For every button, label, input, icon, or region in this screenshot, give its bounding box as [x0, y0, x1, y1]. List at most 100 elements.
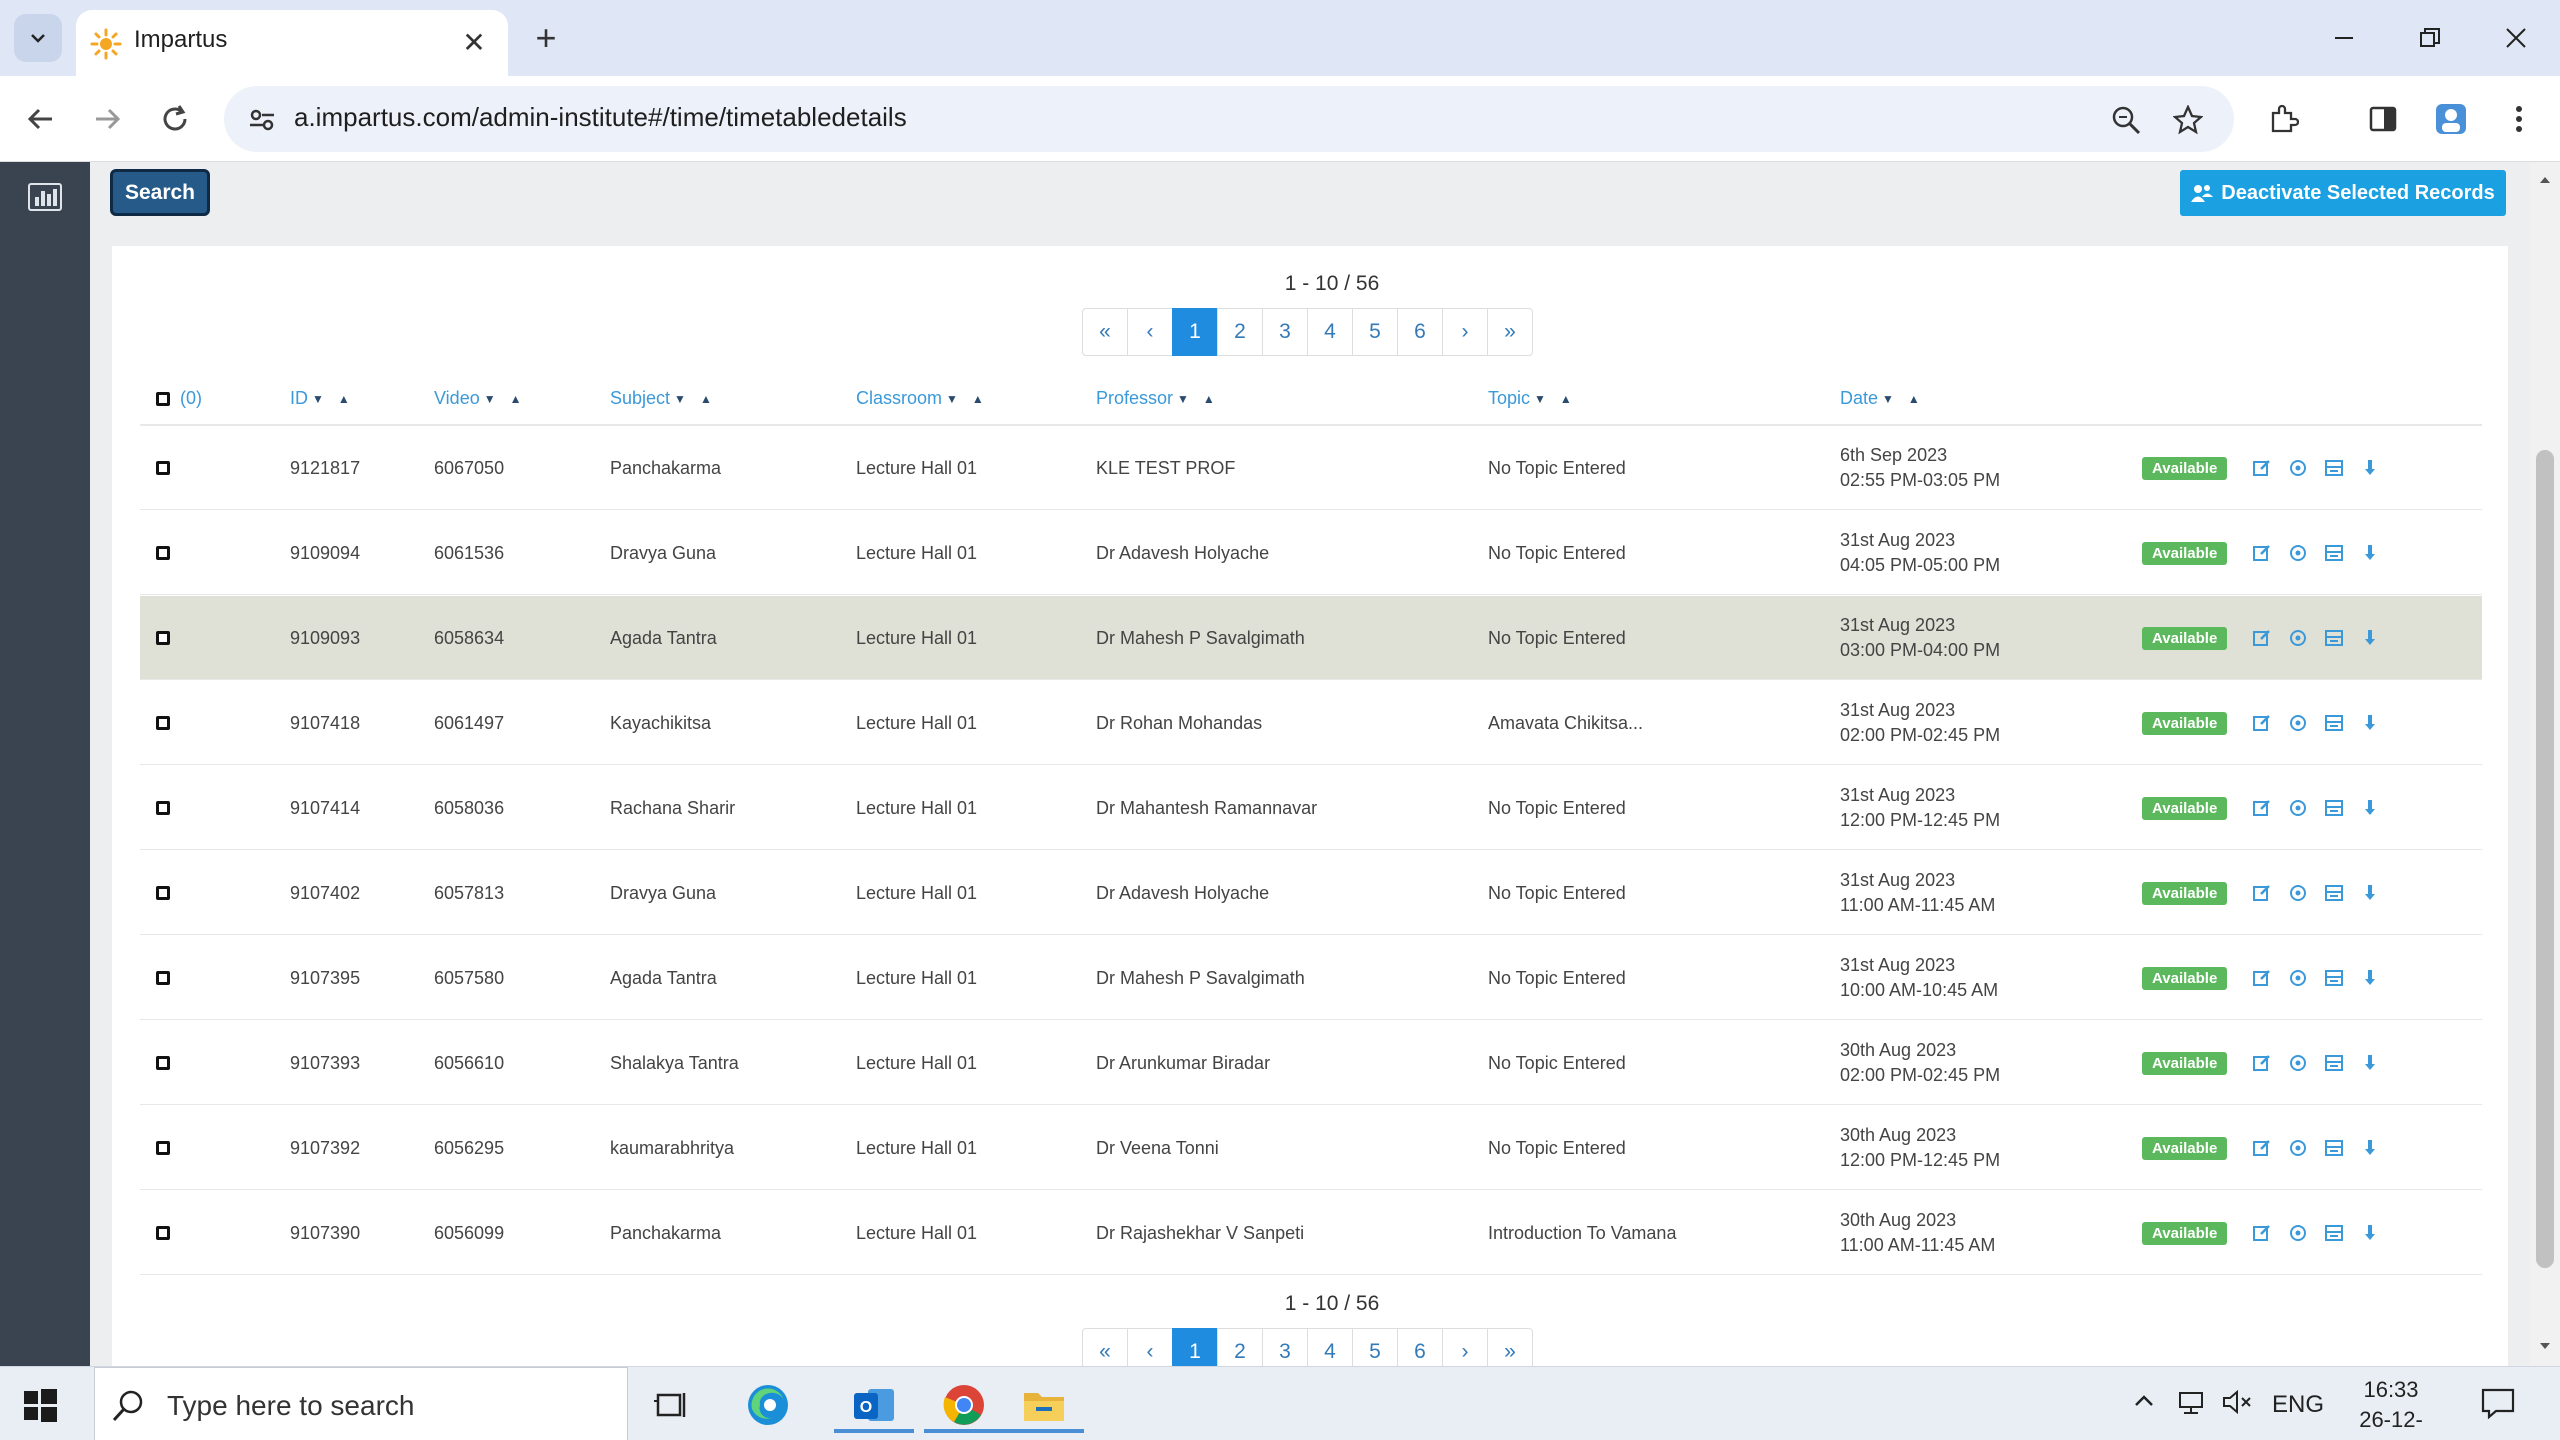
minimize-button[interactable] — [2312, 10, 2376, 66]
save-icon[interactable] — [2324, 1053, 2344, 1073]
edit-icon[interactable] — [2252, 543, 2272, 563]
notifications-icon[interactable] — [2480, 1387, 2516, 1426]
page-1-button[interactable]: 1 — [1172, 1328, 1218, 1366]
row-checkbox[interactable] — [156, 1056, 170, 1070]
restore-button[interactable] — [2398, 10, 2462, 66]
edit-icon[interactable] — [2252, 1138, 2272, 1158]
caret-down-icon[interactable]: ▼ — [674, 392, 686, 406]
search-button[interactable]: Search — [110, 169, 210, 216]
scroll-up-icon[interactable] — [2537, 172, 2553, 188]
table-row[interactable]: 9107418 6061497 Kayachikitsa Lecture Hall 0… — [140, 681, 2482, 765]
forward-button[interactable] — [84, 96, 130, 142]
windows-start-icon[interactable] — [20, 1385, 60, 1425]
table-row[interactable]: 9107402 6057813 Dravya Guna Lecture Hall 01… — [140, 851, 2482, 935]
caret-down-icon[interactable]: ▼ — [484, 392, 496, 406]
table-row[interactable]: 9107414 6058036 Rachana Sharir Lecture Hall… — [140, 766, 2482, 850]
row-checkbox[interactable] — [156, 886, 170, 900]
download-icon[interactable] — [2360, 798, 2380, 818]
row-checkbox[interactable] — [156, 971, 170, 985]
download-icon[interactable] — [2360, 458, 2380, 478]
caret-down-icon[interactable]: ▼ — [312, 392, 324, 406]
side-panel-icon[interactable] — [2362, 98, 2404, 140]
table-row[interactable]: 9109093 6058634 Agada Tantra Lecture Hall 0… — [140, 596, 2482, 680]
deactivate-selected-button[interactable]: Deactivate Selected Records — [2180, 170, 2506, 216]
outlook-icon[interactable]: O — [834, 1377, 914, 1433]
reload-button[interactable] — [152, 96, 198, 142]
page-first-button[interactable]: « — [1082, 1328, 1128, 1366]
settings-icon[interactable] — [2288, 798, 2308, 818]
edit-icon[interactable] — [2252, 628, 2272, 648]
download-icon[interactable] — [2360, 1053, 2380, 1073]
zoom-icon[interactable] — [2108, 102, 2144, 138]
tab-search-button[interactable] — [14, 14, 62, 62]
system-clock[interactable]: 16:33 26-12-2023 — [2336, 1375, 2446, 1440]
caret-down-icon[interactable]: ▼ — [1882, 392, 1894, 406]
settings-icon[interactable] — [2288, 1138, 2308, 1158]
column-header-date[interactable]: Date ▼ ▲ — [1840, 388, 1920, 409]
column-header-subject[interactable]: Subject ▼ ▲ — [610, 388, 712, 409]
page-last-button[interactable]: » — [1487, 1328, 1533, 1366]
network-icon[interactable] — [2178, 1389, 2210, 1422]
caret-down-icon[interactable]: ▼ — [1177, 392, 1189, 406]
download-icon[interactable] — [2360, 543, 2380, 563]
caret-down-icon[interactable]: ▼ — [946, 392, 958, 406]
taskbar-search-box[interactable]: Type here to search — [94, 1367, 628, 1440]
edit-icon[interactable] — [2252, 968, 2272, 988]
column-header-professor[interactable]: Professor ▼ ▲ — [1096, 388, 1215, 409]
browser-menu-icon[interactable] — [2498, 98, 2540, 140]
new-tab-button[interactable]: + — [524, 16, 568, 60]
extensions-icon[interactable] — [2262, 98, 2304, 140]
browser-tab-active[interactable]: Impartus ✕ — [76, 10, 508, 76]
page-1-button[interactable]: 1 — [1172, 308, 1218, 356]
download-icon[interactable] — [2360, 628, 2380, 648]
table-row[interactable]: 9107395 6057580 Agada Tantra Lecture Hall 0… — [140, 936, 2482, 1020]
row-checkbox[interactable] — [156, 546, 170, 560]
save-icon[interactable] — [2324, 543, 2344, 563]
edit-icon[interactable] — [2252, 1223, 2272, 1243]
row-checkbox[interactable] — [156, 1141, 170, 1155]
sort-asc-icon[interactable]: ▲ — [972, 392, 984, 406]
settings-icon[interactable] — [2288, 713, 2308, 733]
settings-icon[interactable] — [2288, 543, 2308, 563]
row-checkbox[interactable] — [156, 801, 170, 815]
tab-close-icon[interactable]: ✕ — [454, 22, 494, 62]
settings-icon[interactable] — [2288, 968, 2308, 988]
row-checkbox[interactable] — [156, 461, 170, 475]
page-4-button[interactable]: 4 — [1307, 1328, 1353, 1366]
file-explorer-icon[interactable] — [1004, 1377, 1084, 1433]
volume-muted-icon[interactable] — [2222, 1389, 2254, 1422]
save-icon[interactable] — [2324, 883, 2344, 903]
page-prev-button[interactable]: ‹ — [1127, 308, 1173, 356]
scroll-thumb[interactable] — [2536, 450, 2554, 1268]
save-icon[interactable] — [2324, 458, 2344, 478]
scroll-down-icon[interactable] — [2537, 1338, 2553, 1354]
page-3-button[interactable]: 3 — [1262, 308, 1308, 356]
edit-icon[interactable] — [2252, 1053, 2272, 1073]
settings-icon[interactable] — [2288, 883, 2308, 903]
download-icon[interactable] — [2360, 883, 2380, 903]
table-row[interactable]: 9107390 6056099 Panchakarma Lecture Hall 01… — [140, 1191, 2482, 1275]
settings-icon[interactable] — [2288, 458, 2308, 478]
profile-avatar-icon[interactable] — [2430, 98, 2472, 140]
back-button[interactable] — [18, 96, 64, 142]
column-header-video[interactable]: Video ▼ ▲ — [434, 388, 522, 409]
task-view-icon[interactable] — [644, 1377, 700, 1433]
download-icon[interactable] — [2360, 1138, 2380, 1158]
table-row[interactable]: 9121817 6067050 Panchakarma Lecture Hall 01… — [140, 426, 2482, 510]
column-header-classroom[interactable]: Classroom ▼ ▲ — [856, 388, 984, 409]
download-icon[interactable] — [2360, 713, 2380, 733]
page-5-button[interactable]: 5 — [1352, 308, 1398, 356]
page-4-button[interactable]: 4 — [1307, 308, 1353, 356]
table-row[interactable]: 9107393 6056610 Shalakya Tantra Lecture Hal… — [140, 1021, 2482, 1105]
page-2-button[interactable]: 2 — [1217, 308, 1263, 356]
sort-asc-icon[interactable]: ▲ — [510, 392, 522, 406]
settings-icon[interactable] — [2288, 1223, 2308, 1243]
edit-icon[interactable] — [2252, 458, 2272, 478]
page-next-button[interactable]: › — [1442, 308, 1488, 356]
save-icon[interactable] — [2324, 968, 2344, 988]
sort-asc-icon[interactable]: ▲ — [1560, 392, 1572, 406]
edit-icon[interactable] — [2252, 713, 2272, 733]
sort-asc-icon[interactable]: ▲ — [1908, 392, 1920, 406]
page-last-button[interactable]: » — [1487, 308, 1533, 356]
row-checkbox[interactable] — [156, 1226, 170, 1240]
